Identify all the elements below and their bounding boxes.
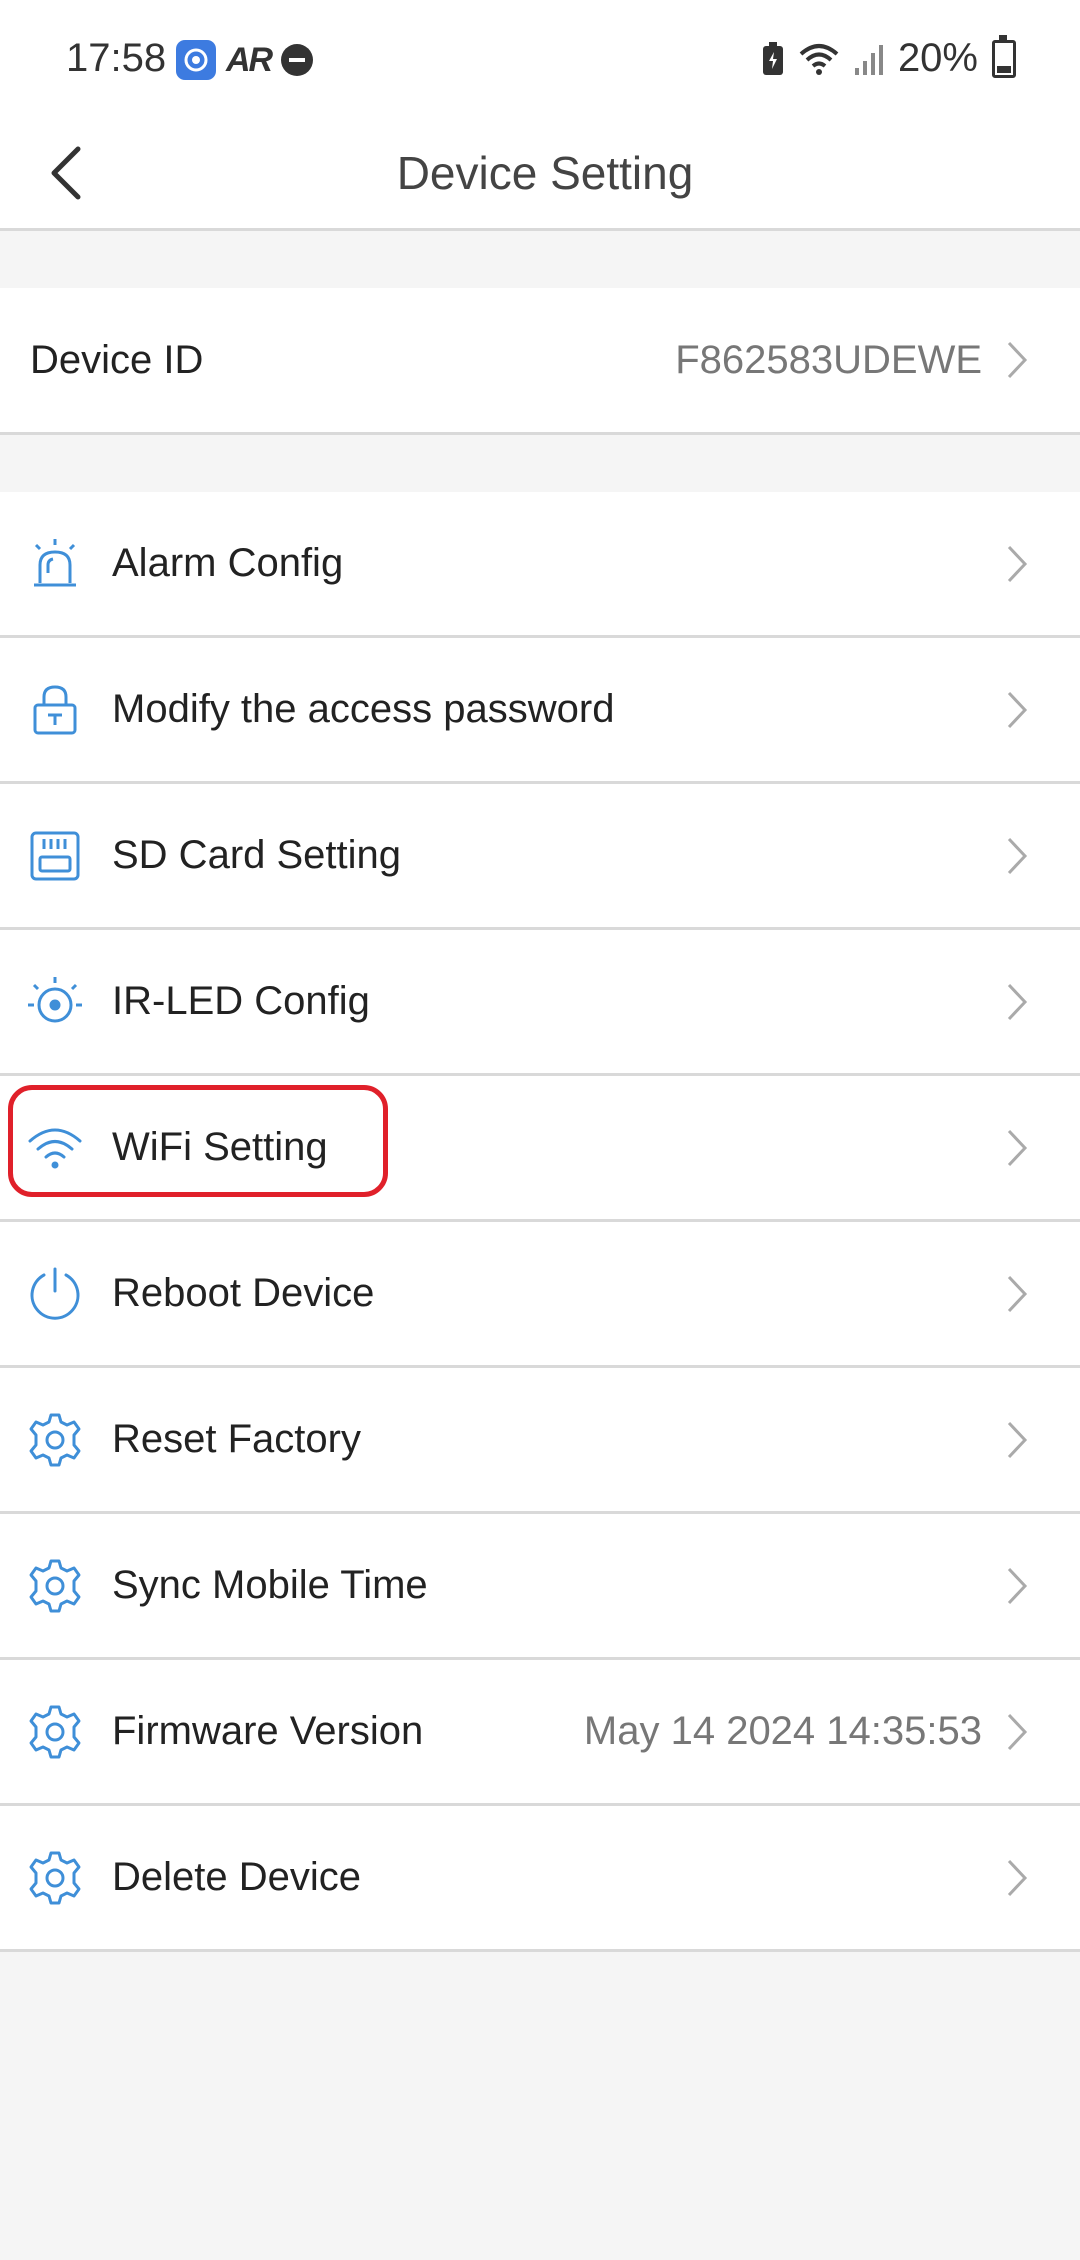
menu-item-label: Modify the access password bbox=[112, 687, 615, 731]
menu-item-label: IR-LED Config bbox=[112, 979, 370, 1023]
menu-item-label: WiFi Setting bbox=[112, 1125, 328, 1169]
menu-item-label: SD Card Setting bbox=[112, 833, 402, 877]
chevron-right-icon bbox=[1007, 691, 1028, 728]
ar-icon: AR bbox=[226, 40, 273, 79]
device-id-label: Device ID bbox=[30, 338, 204, 382]
menu-item-ir-led[interactable]: IR-LED Config bbox=[0, 930, 1080, 1076]
wifi-icon bbox=[799, 43, 839, 75]
gear-icon bbox=[29, 1413, 81, 1466]
menu-item-label: Sync Mobile Time bbox=[112, 1563, 428, 1607]
menu-item-modify-password[interactable]: Modify the access password bbox=[0, 638, 1080, 784]
battery-percent: 20% bbox=[897, 36, 978, 80]
menu-item-sync-mobile-time[interactable]: Sync Mobile Time bbox=[0, 1514, 1080, 1660]
chevron-right-icon bbox=[1007, 1859, 1028, 1896]
status-system-icons: 20% bbox=[762, 34, 1016, 81]
device-id-value: F862583UDEWE bbox=[675, 338, 982, 382]
settings-menu: Alarm Config Modify the access password bbox=[0, 492, 1080, 1952]
menu-item-alarm-config[interactable]: Alarm Config bbox=[0, 492, 1080, 638]
menu-item-delete-device[interactable]: Delete Device bbox=[0, 1806, 1080, 1952]
chevron-right-icon bbox=[1007, 1275, 1028, 1312]
chevron-right-icon bbox=[1007, 1713, 1028, 1750]
gear-icon bbox=[29, 1559, 81, 1612]
chevron-right-icon bbox=[1007, 837, 1028, 874]
ir-led-icon bbox=[28, 976, 82, 1022]
menu-item-reboot-device[interactable]: Reboot Device bbox=[0, 1222, 1080, 1368]
header: Device Setting bbox=[0, 118, 1080, 231]
device-id-row[interactable]: Device ID F862583UDEWE bbox=[0, 288, 1080, 435]
menu-item-reset-factory[interactable]: Reset Factory bbox=[0, 1368, 1080, 1514]
menu-item-sd-card[interactable]: SD Card Setting bbox=[0, 784, 1080, 930]
menu-item-label: Reset Factory bbox=[112, 1417, 361, 1461]
chevron-right-icon bbox=[1007, 1567, 1028, 1604]
page-title: Device Setting bbox=[396, 147, 694, 199]
back-button[interactable] bbox=[46, 128, 126, 218]
chevron-right-icon bbox=[1007, 1421, 1028, 1458]
menu-item-firmware-version[interactable]: Firmware Version May 14 2024 14:35:53 bbox=[0, 1660, 1080, 1806]
gear-icon bbox=[29, 1705, 81, 1758]
status-bar: 17:58 AR 20% bbox=[0, 0, 1080, 118]
menu-item-label: Delete Device bbox=[112, 1855, 362, 1899]
menu-item-label: Alarm Config bbox=[112, 541, 344, 585]
power-icon bbox=[30, 1267, 80, 1320]
chevron-right-icon bbox=[1007, 341, 1028, 379]
sd-card-icon bbox=[30, 831, 80, 880]
dnd-icon bbox=[281, 44, 314, 76]
menu-item-wifi-setting[interactable]: WiFi Setting bbox=[0, 1076, 1080, 1222]
battery-saver-icon bbox=[762, 41, 783, 75]
chevron-right-icon bbox=[1007, 1129, 1028, 1166]
signal-icon bbox=[854, 44, 883, 75]
chevron-right-icon bbox=[1007, 545, 1028, 582]
menu-item-label: Firmware Version bbox=[112, 1709, 424, 1753]
status-notification-icons: AR bbox=[176, 40, 314, 80]
back-chevron-icon bbox=[51, 146, 81, 200]
firmware-version-value: May 14 2024 14:35:53 bbox=[583, 1709, 982, 1753]
status-time: 17:58 bbox=[66, 36, 167, 80]
battery-icon bbox=[992, 34, 1016, 78]
app-icon bbox=[176, 40, 216, 80]
lock-icon bbox=[33, 684, 77, 734]
alarm-icon bbox=[34, 538, 76, 586]
chevron-right-icon bbox=[1007, 983, 1028, 1020]
menu-item-label: Reboot Device bbox=[112, 1271, 375, 1315]
gear-icon bbox=[29, 1851, 81, 1904]
wifi-icon bbox=[28, 1128, 82, 1168]
